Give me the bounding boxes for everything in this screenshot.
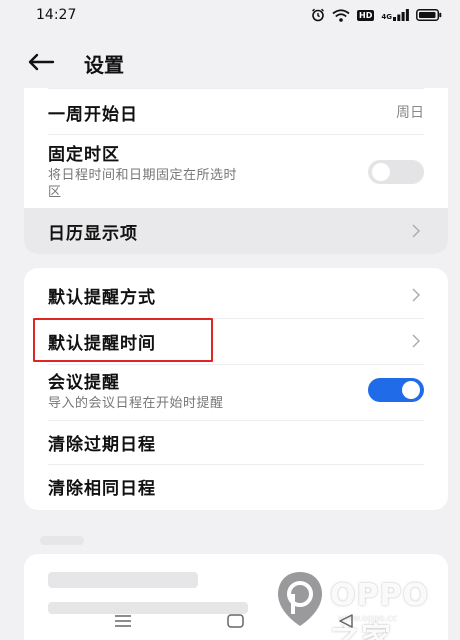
settings-card-reminders: 默认提醒方式 默认提醒时间 会议提醒 导入的会议日程在开始时提醒 清除过期日程 …: [24, 268, 448, 510]
week-start-label: 一周开始日: [48, 104, 138, 125]
status-bar: 14:27 HD 4G: [0, 0, 460, 30]
settings-card-general: 一周开始日 周日 固定时区 将日程时间和日期固定在所选时 区 日历显示项: [24, 88, 448, 254]
chevron-right-icon: [412, 224, 420, 238]
back-icon[interactable]: [338, 614, 354, 628]
back-button[interactable]: [24, 48, 58, 76]
clear-duplicate-label: 清除相同日程: [48, 478, 156, 499]
meeting-reminder-text: 会议提醒 导入的会议日程在开始时提醒: [48, 368, 224, 412]
default-reminder-method-label: 默认提醒方式: [48, 287, 156, 308]
chevron-right-icon: [412, 288, 420, 302]
divider: [48, 88, 424, 89]
hd-icon: HD: [357, 9, 375, 21]
fixed-timezone-description-line1: 将日程时间和日期固定在所选时: [48, 168, 238, 183]
toggle-knob: [372, 163, 390, 181]
header: 设置: [0, 40, 460, 84]
chevron-right-icon: [412, 334, 420, 348]
signal-type-label: 4G: [381, 13, 392, 21]
cellular-signal-icon: 4G: [381, 9, 409, 21]
toggle-knob: [402, 381, 420, 399]
highlight-box: [33, 318, 213, 362]
menu-icon[interactable]: [114, 614, 132, 628]
calendar-display-label: 日历显示项: [48, 223, 138, 244]
meeting-reminder-toggle[interactable]: [368, 378, 424, 402]
clear-expired-label: 清除过期日程: [48, 434, 156, 455]
wifi-icon: [332, 8, 350, 22]
calendar-display-row[interactable]: 日历显示项: [24, 208, 448, 254]
page-title: 设置: [84, 53, 124, 77]
blurred-row-label: [48, 572, 198, 588]
divider: [48, 134, 424, 135]
week-start-row[interactable]: 一周开始日 周日: [24, 90, 448, 134]
fixed-timezone-toggle[interactable]: [368, 160, 424, 184]
alarm-icon: [312, 8, 324, 22]
week-start-value: 周日: [396, 105, 424, 121]
meeting-reminder-label: 会议提醒: [48, 373, 120, 393]
battery-icon: [416, 9, 442, 21]
status-icons: HD 4G: [311, 8, 442, 22]
status-time: 14:27: [36, 7, 77, 23]
clear-duplicate-row[interactable]: 清除相同日程: [24, 464, 448, 508]
divider: [48, 364, 424, 365]
home-icon[interactable]: [227, 614, 244, 628]
meeting-reminder-row[interactable]: 会议提醒 导入的会议日程在开始时提醒: [24, 368, 448, 418]
fixed-timezone-text: 固定时区 将日程时间和日期固定在所选时 区: [48, 140, 237, 201]
arrow-left-icon: [28, 53, 55, 71]
blurred-section-title: [40, 536, 84, 545]
meeting-reminder-description: 导入的会议日程在开始时提醒: [48, 396, 224, 411]
clear-expired-row[interactable]: 清除过期日程: [24, 420, 448, 464]
fixed-timezone-label: 固定时区: [48, 145, 120, 165]
fixed-timezone-description-line2: 区: [48, 185, 62, 200]
default-reminder-method-row[interactable]: 默认提醒方式: [24, 272, 448, 318]
navigation-bar: [0, 606, 460, 640]
fixed-timezone-row[interactable]: 固定时区 将日程时间和日期固定在所选时 区: [24, 140, 448, 202]
